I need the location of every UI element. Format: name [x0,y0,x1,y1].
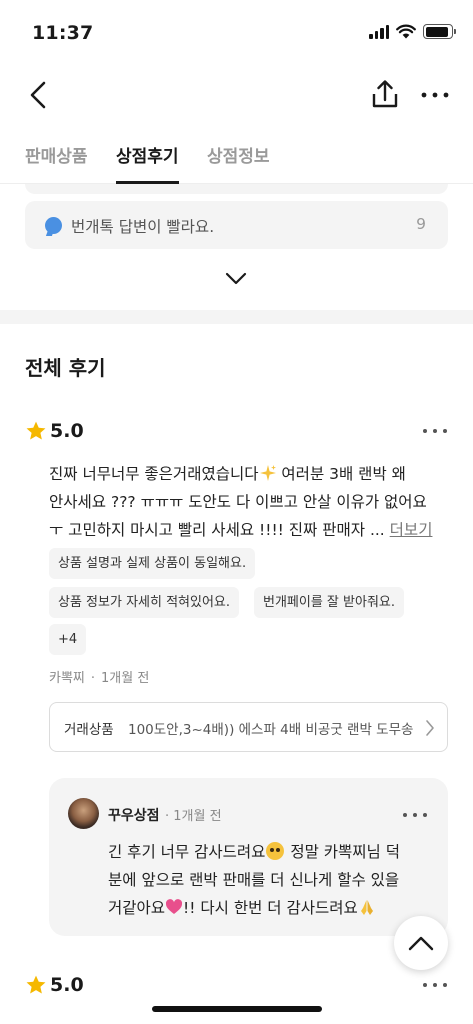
status-bar: 11:37 [0,0,473,64]
reply-time-value: 1개월 전 [173,809,222,824]
home-indicator [152,1006,322,1012]
reply-author[interactable]: 꾸우상점 [108,805,160,825]
keyword-card-tail [25,184,448,194]
review-meta: 카뽁찌 · 1개월 전 [49,667,149,686]
share-icon[interactable] [369,78,401,112]
more-horizontal-icon[interactable] [420,976,450,994]
review-text-segment: 여러분 3배 랜박 왜 [276,465,406,483]
folded-hands-emoji-icon [360,900,373,915]
status-icons [369,24,456,39]
more-horizontal-icon[interactable] [420,422,450,440]
review-text-line: 안사세요 ??? ㅠㅠㅠ 도안도 다 이쁘고 안살 이유가 없어요 [49,493,427,511]
product-name: 100도안,3~4배)) 에스파 4배 비공굿 랜박 도무송 [128,722,414,738]
keyword-summary-row: 번개톡 답변이 빨라요. 9 [25,201,448,249]
read-more-link[interactable]: 더보기 [390,521,433,539]
signal-icon [369,24,389,39]
reply-text-segment: 거같아요 [108,899,166,917]
review-text-segment: ㅜ 고민하지 마시고 빨리 사세요 !!!! 진짜 판매자 ... [49,521,390,539]
review-item: 5.0 진짜 너무너무 좋은거래였습니다 여러분 3배 랜박 왜 안사세요 ??… [0,418,473,958]
review-rating: 5.0 [50,974,84,996]
sparkles-emoji-icon [259,465,276,481]
reply-text-segment: 긴 후기 너무 감사드려요 [108,843,266,861]
review-tag: 상품 정보가 자세히 적혀있어요. [49,587,240,618]
reply-text-segment: !! 다시 한번 더 감사드려요 [183,899,358,917]
scroll-to-top-button[interactable] [394,916,448,970]
review-tag: 상품 설명과 실제 상품이 동일해요. [49,548,256,579]
review-text-segment: 진짜 너무너무 좋은거래였습니다 [49,465,259,483]
keyword-count: 9 [416,215,426,233]
pink-heart-emoji-icon [165,899,183,914]
more-horizontal-icon[interactable] [401,807,429,823]
meta-separator: · [90,671,96,686]
keyword-text: 번개톡 답변이 빨라요. [71,218,215,236]
tab-store-info[interactable]: 상점정보 [207,142,270,182]
reply-text: 긴 후기 너무 감사드려요 정말 카뽁찌님 덕 분에 앞으로 랜박 판매를 더 … [108,838,433,922]
avatar[interactable] [68,798,99,829]
star-icon [26,421,46,440]
status-time: 11:37 [32,22,94,44]
traded-product-link[interactable]: 거래상품 100도안,3~4배)) 에스파 4배 비공굿 랜박 도무송 [49,702,448,752]
seller-reply: 꾸우상점 · 1개월 전 긴 후기 너무 감사드려요 정말 카뽁찌님 덕 분에 … [49,778,448,936]
review-rating: 5.0 [50,420,84,442]
reply-text-line: 분에 앞으로 랜박 판매를 더 신나게 할수 있을 [108,871,400,889]
battery-fill [425,26,448,37]
tab-reviews[interactable]: 상점후기 [116,142,179,184]
section-title: 전체 후기 [25,356,106,380]
store-tabs: 판매상품 상점후기 상점정보 [0,134,473,184]
star-icon [26,975,46,994]
pleading-face-emoji-icon [266,842,285,860]
chevron-left-icon[interactable] [26,78,54,112]
top-nav-bar [0,64,473,128]
chat-bubble-icon [45,217,62,234]
wifi-icon [396,24,416,39]
section-divider [0,310,473,324]
reply-text-segment: 정말 카뽁찌님 덕 [285,843,400,861]
review-author[interactable]: 카뽁찌 [49,671,85,686]
chevron-right-icon [426,720,434,736]
more-tags-chip[interactable]: +4 [49,624,87,655]
review-item: 5.0 [0,972,473,1024]
review-tag: 번개페이를 잘 받아줘요. [254,587,404,618]
review-time: 1개월 전 [101,671,150,686]
reply-time: · 1개월 전 [165,809,222,824]
chevron-up-icon [408,936,434,951]
review-text-line: 진짜 너무너무 좋은거래였습니다 여러분 3배 랜박 왜 [49,460,449,488]
tab-products[interactable]: 판매상품 [25,142,88,182]
review-text-line: ㅜ 고민하지 마시고 빨리 사세요 !!!! 진짜 판매자 ... 더보기 [49,516,449,544]
reply-text-line: 긴 후기 너무 감사드려요 정말 카뽁찌님 덕 [108,838,433,866]
battery-icon [423,24,456,39]
more-horizontal-icon[interactable] [418,78,452,112]
product-label: 거래상품 [64,722,114,738]
chevron-down-icon[interactable] [222,268,250,290]
review-text: 진짜 너무너무 좋은거래였습니다 여러분 3배 랜박 왜 안사세요 ??? ㅠㅠ… [49,460,449,544]
reply-text-line: 거같아요 !! 다시 한번 더 감사드려요 [108,894,433,922]
